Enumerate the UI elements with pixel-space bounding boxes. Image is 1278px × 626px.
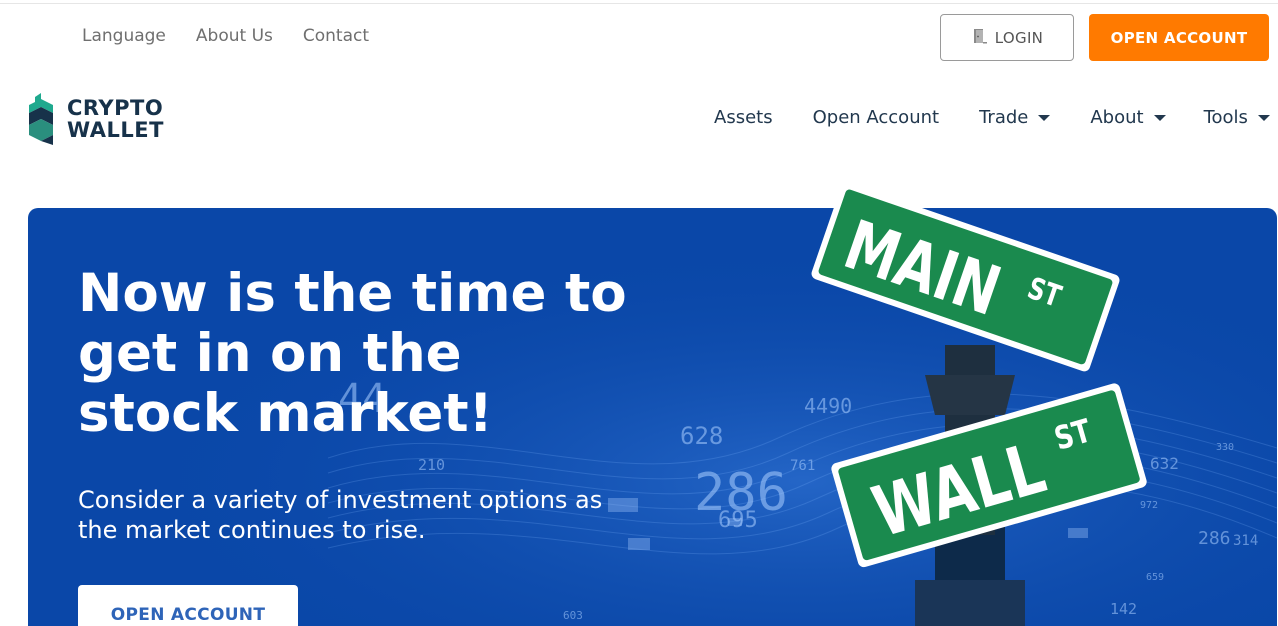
nav-label-trade: Trade (979, 107, 1029, 128)
hero-subtitle: Consider a variety of investment options… (78, 486, 603, 544)
nav-label-open-account: Open Account (812, 107, 940, 128)
brand-logo[interactable]: CRYPTO WALLET (27, 91, 164, 146)
ticker-number: 314 (1233, 533, 1259, 549)
ticker-number: 695 (718, 508, 758, 533)
nav-item-open-account[interactable]: Open Account (813, 107, 939, 128)
contact-link[interactable]: Contact (303, 26, 369, 46)
open-account-hero-label: OPEN ACCOUNT (110, 605, 266, 625)
nav-item-assets[interactable]: Assets (714, 107, 773, 128)
open-account-top-label: OPEN ACCOUNT (1110, 28, 1248, 47)
login-label: LOGIN (994, 28, 1044, 47)
main-navigation: Assets Open Account Trade About Tools (714, 107, 1270, 128)
nav-label-tools: Tools (1203, 107, 1248, 128)
brand-line-2: WALLET (67, 117, 164, 142)
utility-links: Language About Us Contact (82, 26, 399, 46)
nav-item-about[interactable]: About (1090, 107, 1166, 128)
ticker-number: 628 (680, 422, 724, 450)
login-button[interactable]: LOGIN (940, 14, 1074, 61)
chevron-down-icon (1038, 114, 1051, 121)
ticker-number: 603 (563, 609, 583, 622)
about-us-link[interactable]: About Us (196, 26, 273, 46)
ticker-number: 210 (418, 456, 446, 474)
top-divider (0, 3, 1278, 4)
street-sign-image: MAIN ST WALL ST (811, 185, 1147, 626)
nav-label-assets: Assets (714, 107, 773, 128)
open-account-hero-button[interactable]: OPEN ACCOUNT (78, 585, 298, 626)
nav-item-trade[interactable]: Trade (979, 107, 1051, 128)
brand-name: CRYPTO WALLET (67, 97, 164, 141)
open-account-top-button[interactable]: OPEN ACCOUNT (1089, 14, 1269, 61)
brand-line-1: CRYPTO (67, 95, 164, 120)
language-link[interactable]: Language (82, 26, 166, 46)
door-icon (971, 27, 989, 49)
ticker-number: 286 (1198, 528, 1231, 549)
ticker-number: 330 (1216, 442, 1235, 453)
hero-title: Now is the time to get in on the stock m… (78, 263, 627, 444)
nav-item-tools[interactable]: Tools (1204, 107, 1270, 128)
chevron-down-icon (1153, 114, 1166, 121)
chevron-down-icon (1257, 114, 1270, 121)
crypto-wallet-logo-icon (29, 93, 53, 145)
nav-label-about: About (1090, 107, 1144, 128)
